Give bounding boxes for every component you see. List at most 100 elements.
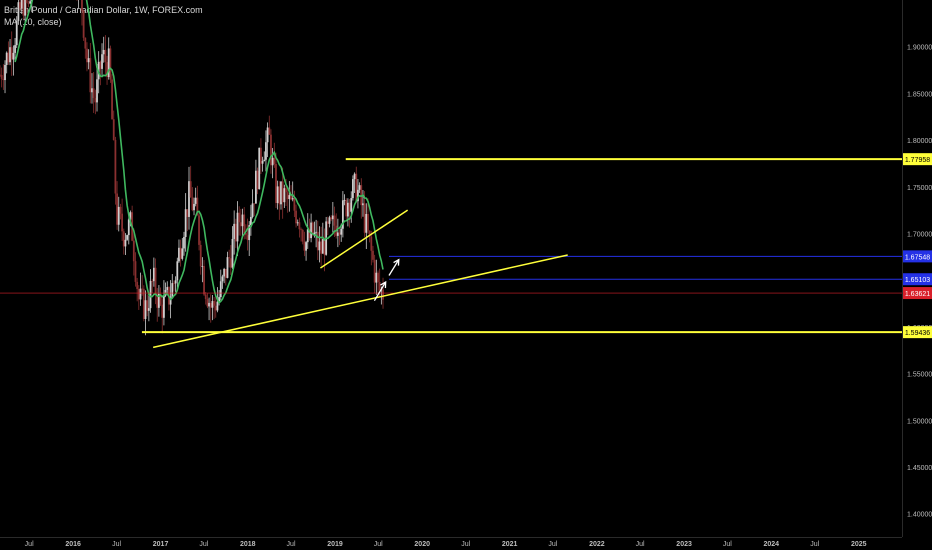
candle-body	[382, 289, 384, 300]
candle-body	[226, 257, 229, 278]
candle	[239, 208, 242, 236]
candle	[303, 231, 306, 257]
candle-body	[20, 0, 23, 9]
candle	[142, 285, 145, 322]
candle	[372, 245, 374, 263]
moving-average-layer	[14, 0, 384, 304]
candle-body	[4, 64, 6, 81]
candle	[203, 260, 205, 296]
candle-body	[96, 79, 98, 103]
candle	[231, 226, 234, 270]
candle-body	[336, 232, 339, 236]
candle-body	[111, 79, 113, 120]
candle	[373, 254, 376, 294]
candle-body	[146, 300, 149, 311]
candle-body	[286, 192, 289, 200]
candle	[341, 191, 344, 238]
candle	[102, 36, 105, 63]
candle-body	[260, 147, 262, 164]
candle	[343, 194, 346, 206]
time-axis[interactable]: Jul 2016 Jul 2017 Jul 2018 Jul 2019 Jul 2020 Jul 20…	[0, 537, 902, 549]
candle	[163, 280, 165, 326]
candle-body	[365, 213, 368, 233]
candle-body	[27, 2, 30, 4]
price-axis[interactable]: 1.900001.850001.800001.750001.700001.650…	[902, 0, 932, 537]
candle-body	[104, 49, 107, 63]
candle	[360, 178, 363, 219]
candle	[114, 136, 117, 205]
candle	[17, 0, 20, 25]
candle	[213, 296, 215, 319]
candle-body	[280, 181, 282, 205]
candle-body	[278, 186, 281, 205]
candle	[78, 0, 80, 9]
candle-body	[5, 52, 8, 65]
candle	[116, 181, 118, 230]
candle	[183, 231, 185, 256]
candle-body	[86, 48, 88, 63]
candle-body	[17, 2, 20, 21]
candle-body	[367, 213, 369, 231]
candle	[188, 166, 190, 230]
candle-body	[149, 280, 152, 309]
time-tick-label: 2019	[327, 541, 343, 548]
candle-body	[298, 222, 301, 230]
candle	[0, 67, 3, 88]
candle-body	[350, 198, 353, 212]
candle	[305, 240, 307, 261]
candle	[298, 217, 301, 238]
candle	[149, 269, 152, 313]
candle-body	[228, 257, 231, 259]
candle	[348, 198, 351, 228]
candle-body	[348, 202, 351, 212]
candle	[121, 198, 123, 241]
price-tick-label: 1.70000	[907, 231, 932, 238]
price-tick-label: 1.90000	[907, 45, 932, 52]
candle	[22, 0, 25, 20]
candle	[194, 187, 197, 207]
candle-body	[116, 193, 118, 225]
time-tick-label: Jul	[112, 541, 121, 548]
candle	[255, 159, 257, 204]
candle-body	[114, 140, 117, 194]
candle-body	[293, 198, 296, 211]
candle	[136, 277, 139, 302]
price-tick-label: 1.45000	[907, 465, 932, 472]
candle-body	[119, 206, 122, 214]
candle	[328, 215, 331, 228]
candle	[338, 229, 341, 246]
candle	[186, 209, 189, 232]
candle	[295, 204, 297, 228]
candle-body	[7, 52, 10, 63]
candle-body	[276, 186, 279, 203]
candle	[296, 219, 299, 226]
candle-body	[14, 45, 16, 53]
candle	[0, 65, 1, 77]
candle-body	[124, 239, 127, 247]
candle-body	[333, 215, 336, 226]
candle	[117, 196, 120, 232]
price-chart[interactable]: 1.900001.850001.800001.750001.700001.650…	[0, 0, 932, 550]
candle	[122, 228, 125, 255]
candle-body	[166, 287, 169, 290]
candle	[134, 252, 137, 287]
candle-body	[176, 261, 179, 281]
candle-body	[22, 0, 25, 16]
candle-body	[141, 288, 144, 290]
candle-body	[188, 181, 190, 217]
candle-body	[358, 185, 361, 190]
candle-body	[326, 221, 329, 224]
candle-body	[372, 250, 374, 260]
candle-body	[10, 47, 13, 60]
candle-body	[127, 219, 130, 236]
candle	[301, 228, 304, 245]
candle	[94, 89, 97, 115]
candle-body	[263, 159, 266, 161]
candle	[193, 197, 195, 216]
candle-body	[201, 266, 204, 267]
candle-body	[305, 242, 307, 251]
candle	[326, 216, 329, 235]
candle	[270, 129, 272, 174]
candle	[283, 184, 286, 208]
candle-body	[99, 61, 102, 69]
